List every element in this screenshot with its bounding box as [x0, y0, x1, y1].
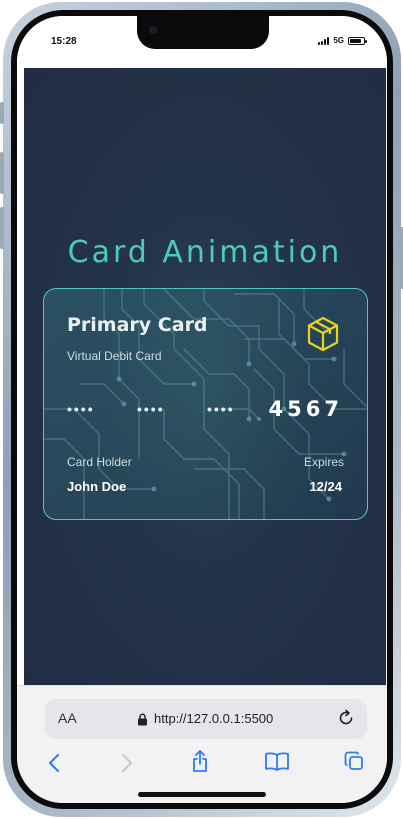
- status-bar: 15:28 5G: [17, 16, 387, 68]
- front-camera: [149, 26, 157, 34]
- back-icon[interactable]: [47, 752, 61, 774]
- share-icon[interactable]: [190, 749, 210, 773]
- browser-chrome: AA http://127.0.0.1:5500: [17, 685, 387, 803]
- lock-icon: [138, 713, 147, 726]
- tabs-icon[interactable]: [344, 751, 364, 771]
- text-size-label: AA: [58, 710, 77, 726]
- text-size-button[interactable]: AA: [58, 710, 77, 726]
- card-number-group-3: ••••: [207, 401, 235, 417]
- battery-icon: [348, 36, 367, 45]
- status-indicators: 5G: [318, 36, 367, 45]
- card-title: Primary Card: [67, 314, 208, 336]
- phone-body: 15:28 5G Card Animation Primary Card Vir…: [3, 2, 401, 817]
- network-type: 5G: [333, 36, 344, 45]
- address-bar[interactable]: AA http://127.0.0.1:5500: [45, 699, 367, 739]
- expires-value: 12/24: [309, 479, 342, 494]
- card-last-four: 4567: [268, 397, 343, 421]
- notch: [137, 16, 269, 49]
- credit-card[interactable]: Primary Card Virtual Debit Card •••• •••…: [43, 288, 368, 520]
- card-holder-label: Card Holder: [67, 455, 132, 469]
- web-content: Card Animation Primary Card Virtual Debi…: [24, 68, 386, 685]
- expires-label: Expires: [303, 455, 344, 469]
- card-holder-name: John Doe: [67, 479, 127, 494]
- signal-icon: [318, 36, 330, 45]
- browser-toolbar: [17, 746, 387, 780]
- home-indicator[interactable]: [138, 792, 266, 797]
- phone-screen: 15:28 5G Card Animation Primary Card Vir…: [17, 16, 387, 803]
- card-subtitle: Virtual Debit Card: [67, 349, 162, 363]
- url-text[interactable]: http://127.0.0.1:5500: [154, 711, 273, 726]
- card-number-group-2: ••••: [137, 401, 165, 417]
- bookmarks-icon[interactable]: [264, 751, 290, 771]
- reload-icon[interactable]: [337, 709, 355, 727]
- status-time: 15:28: [51, 36, 77, 47]
- cube-icon: [307, 316, 339, 352]
- forward-icon[interactable]: [120, 752, 134, 774]
- card-number-group-1: ••••: [67, 401, 95, 417]
- page-heading: Card Animation: [67, 235, 343, 270]
